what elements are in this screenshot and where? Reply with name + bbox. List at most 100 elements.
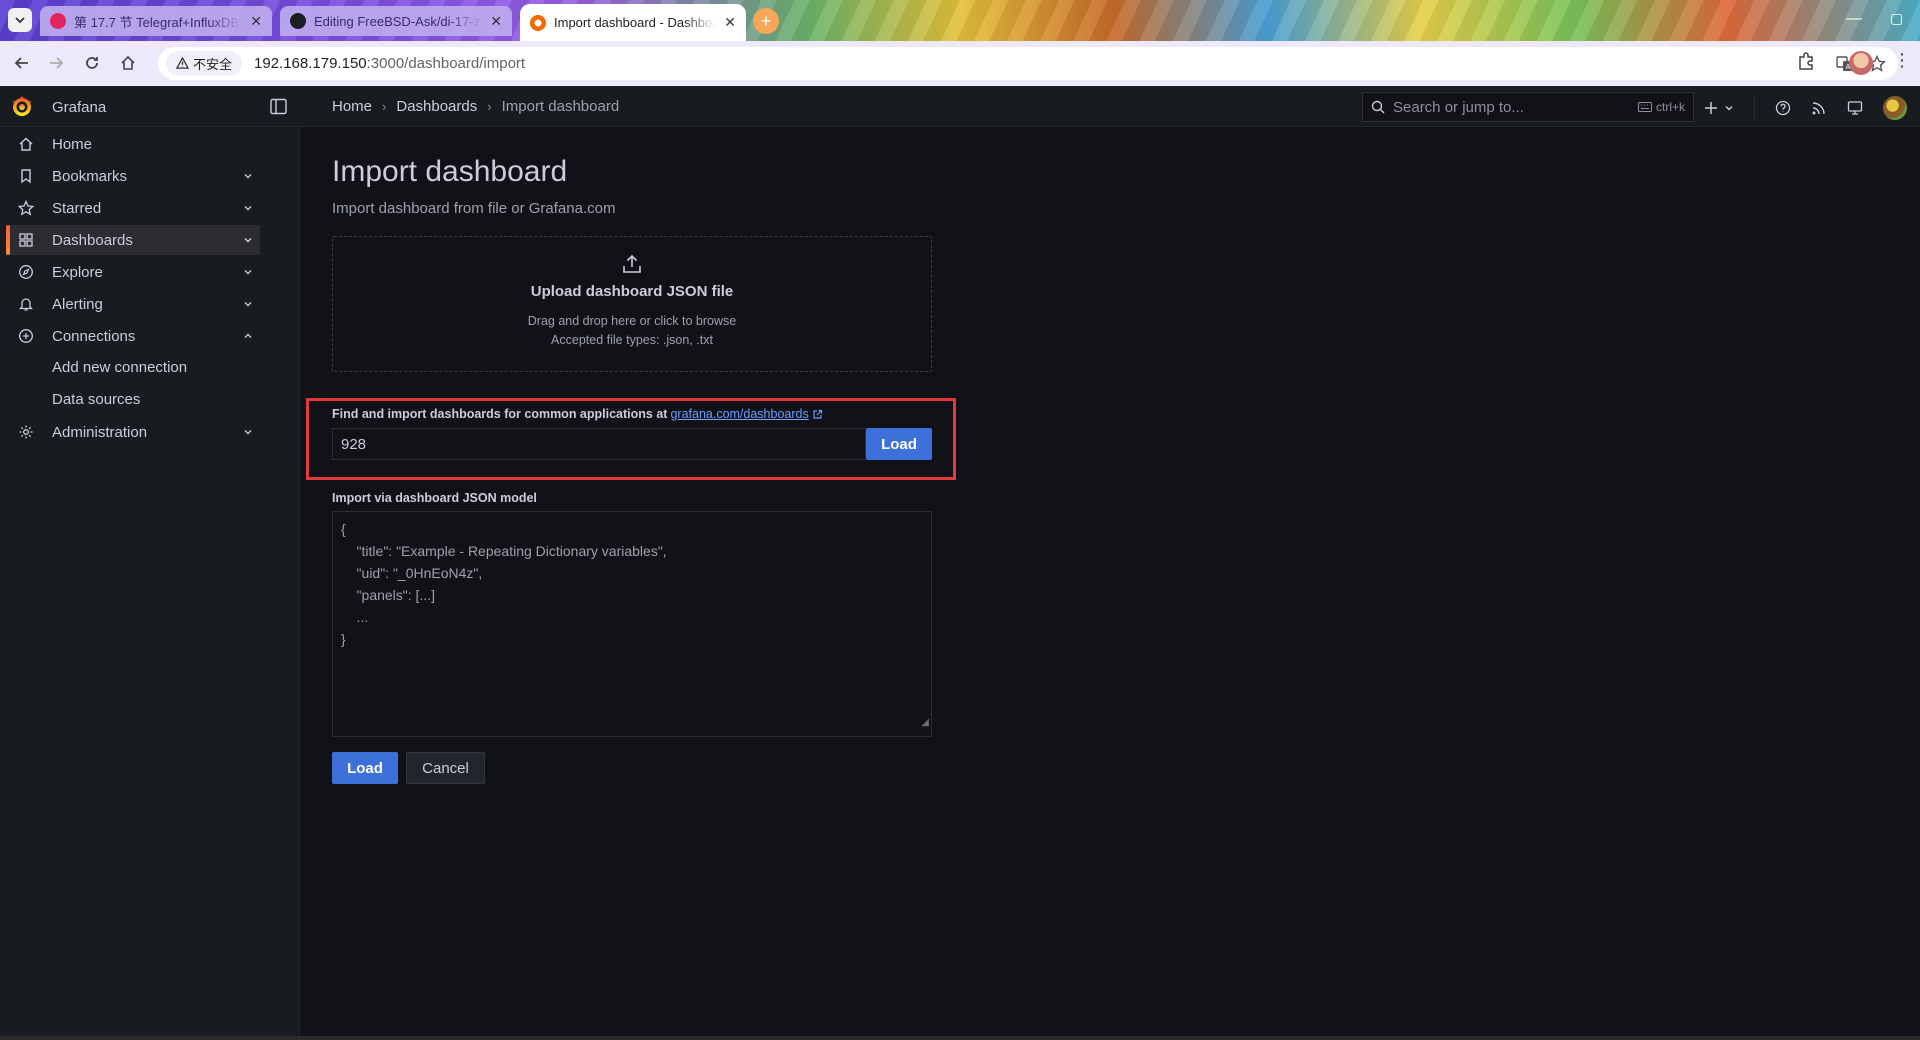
brand-name: Grafana xyxy=(52,98,107,116)
github-favicon-icon xyxy=(290,13,306,29)
nav-label: Explore xyxy=(52,263,103,281)
os-taskbar-edge xyxy=(0,1036,1920,1040)
minimize-icon[interactable]: — xyxy=(1846,10,1862,28)
grafana-logo-icon xyxy=(13,96,31,116)
address-bar[interactable]: 不安全 192.168.179.150:3000/dashboard/impor… xyxy=(158,47,1898,80)
json-model-textarea[interactable]: { "title": "Example - Repeating Dictiona… xyxy=(332,511,932,737)
upload-hint: Drag and drop here or click to browse xyxy=(527,314,737,328)
rss-icon[interactable] xyxy=(1811,100,1827,116)
gcom-link[interactable]: grafana.com/dashboards xyxy=(670,407,808,421)
security-indicator[interactable]: 不安全 xyxy=(166,51,243,76)
nav-item-administration[interactable]: Administration xyxy=(8,417,260,447)
connections-icon xyxy=(19,329,33,343)
kiosk-monitor-icon[interactable] xyxy=(1847,100,1863,116)
user-avatar[interactable] xyxy=(1883,96,1907,120)
resize-handle-icon[interactable]: ◢ xyxy=(921,712,929,734)
new-tab-button[interactable]: + xyxy=(753,8,779,34)
upload-dropzone[interactable]: Upload dashboard JSON file Drag and drop… xyxy=(332,236,932,372)
grafana-favicon-icon xyxy=(530,14,546,31)
breadcrumb-current: Import dashboard xyxy=(501,98,620,115)
nav-label: Connections xyxy=(52,327,136,345)
search-bar[interactable]: Search or jump to... ctrl+k xyxy=(1362,92,1694,122)
chevron-right-icon: › xyxy=(382,99,387,114)
new-menu-button[interactable] xyxy=(1704,101,1734,115)
url-host: 192.168.179.150 xyxy=(254,55,367,72)
page-title: Import dashboard xyxy=(332,155,568,188)
nav-label: Home xyxy=(52,135,93,153)
keyboard-icon xyxy=(1637,102,1652,112)
chevron-down-icon xyxy=(15,17,25,24)
dock-sidebar-icon xyxy=(270,98,287,115)
nav-subitem-add-new-connection[interactable]: Add new connection xyxy=(52,359,187,376)
gcom-id-input[interactable] xyxy=(332,428,866,460)
nav-label: Starred xyxy=(52,199,102,217)
cancel-button[interactable]: Cancel xyxy=(406,752,485,784)
gcom-load-button[interactable]: Load xyxy=(866,428,932,460)
external-link-icon[interactable] xyxy=(812,409,823,420)
search-shortcut: ctrl+k xyxy=(1637,100,1685,114)
upload-title: Upload dashboard JSON file xyxy=(530,283,734,300)
home-icon[interactable] xyxy=(112,47,144,79)
top-navigation: Grafana Home › Dashboards › Import dashb… xyxy=(0,86,1920,127)
plus-icon xyxy=(1705,102,1717,114)
grafana-app: Grafana Home › Dashboards › Import dashb… xyxy=(0,86,1920,1040)
chevron-down-icon[interactable] xyxy=(243,267,253,277)
browser-tab-1[interactable]: 第 17.7 节 Telegraf+InfluxDB ✕ xyxy=(40,6,272,36)
page-subtitle: Import dashboard from file or Grafana.co… xyxy=(332,200,616,217)
load-button[interactable]: Load xyxy=(332,752,398,784)
close-icon[interactable]: ✕ xyxy=(250,13,262,30)
breadcrumb-home[interactable]: Home xyxy=(332,98,372,115)
chevron-down-icon[interactable] xyxy=(243,235,253,245)
nav-label: Bookmarks xyxy=(52,167,128,185)
search-icon xyxy=(1371,100,1385,114)
chevron-down-icon[interactable] xyxy=(243,171,253,181)
maximize-icon[interactable]: ▢ xyxy=(1890,10,1903,27)
close-icon[interactable]: ✕ xyxy=(490,13,502,30)
back-icon[interactable] xyxy=(6,47,38,79)
nav-item-connections[interactable]: Connections xyxy=(8,321,260,351)
home-icon xyxy=(19,137,33,151)
url-text: 192.168.179.150:3000/dashboard/import xyxy=(254,55,525,72)
forward-icon[interactable] xyxy=(40,47,72,79)
gcom-label-text: Find and import dashboards for common ap… xyxy=(332,407,668,421)
brand[interactable]: Grafana xyxy=(10,95,106,119)
gear-icon xyxy=(19,425,33,439)
nav-item-home[interactable]: Home xyxy=(8,129,260,159)
dock-menu-button[interactable] xyxy=(270,98,287,120)
chevron-down-icon[interactable] xyxy=(243,299,253,309)
browser-tab-3[interactable]: Import dashboard - Dashboards ✕ xyxy=(520,4,746,41)
chevron-down-icon[interactable] xyxy=(243,203,253,213)
chevron-up-icon[interactable] xyxy=(243,331,253,341)
tab-search-button[interactable] xyxy=(8,8,32,32)
breadcrumb-dashboards[interactable]: Dashboards xyxy=(396,98,477,115)
more-menu-icon[interactable]: ⋮ xyxy=(1893,50,1911,71)
json-placeholder: { "title": "Example - Repeating Dictiona… xyxy=(341,521,667,647)
chevron-down-icon[interactable] xyxy=(243,427,253,437)
nav-item-dashboards[interactable]: Dashboards xyxy=(6,225,260,255)
nav-item-starred[interactable]: Starred xyxy=(8,193,260,223)
sidebar: Home Bookmarks Starred Dashboards Explor… xyxy=(0,127,300,1040)
reload-icon[interactable] xyxy=(76,47,108,79)
profile-avatar[interactable] xyxy=(1849,51,1873,75)
apps-icon xyxy=(19,233,33,247)
divider xyxy=(1754,97,1755,119)
help-icon[interactable] xyxy=(1775,100,1791,116)
browser-tab-2[interactable]: Editing FreeBSD-Ask/di-17-z ✕ xyxy=(280,6,512,36)
search-placeholder: Search or jump to... xyxy=(1393,98,1524,116)
upload-file-types: Accepted file types: .json, .txt xyxy=(551,333,713,347)
bell-icon xyxy=(18,298,34,311)
close-icon[interactable]: ✕ xyxy=(724,14,736,31)
chevron-right-icon: › xyxy=(487,99,492,114)
extensions-icon[interactable] xyxy=(1796,51,1816,76)
nav-label: Dashboards xyxy=(52,231,133,249)
nav-item-alerting[interactable]: Alerting xyxy=(8,289,260,319)
browser-tab-bar: 第 17.7 节 Telegraf+InfluxDB ✕ Editing Fre… xyxy=(0,0,1920,41)
nav-item-bookmarks[interactable]: Bookmarks xyxy=(8,161,260,191)
shortcut-text: ctrl+k xyxy=(1655,100,1685,114)
tab-title: Editing FreeBSD-Ask/di-17-z xyxy=(314,13,481,29)
top-actions xyxy=(1704,96,1907,120)
nav-label: Administration xyxy=(52,423,148,441)
nav-subitem-data-sources[interactable]: Data sources xyxy=(52,391,140,408)
nav-item-explore[interactable]: Explore xyxy=(8,257,260,287)
tab-title: 第 17.7 节 Telegraf+InfluxDB xyxy=(74,14,240,30)
